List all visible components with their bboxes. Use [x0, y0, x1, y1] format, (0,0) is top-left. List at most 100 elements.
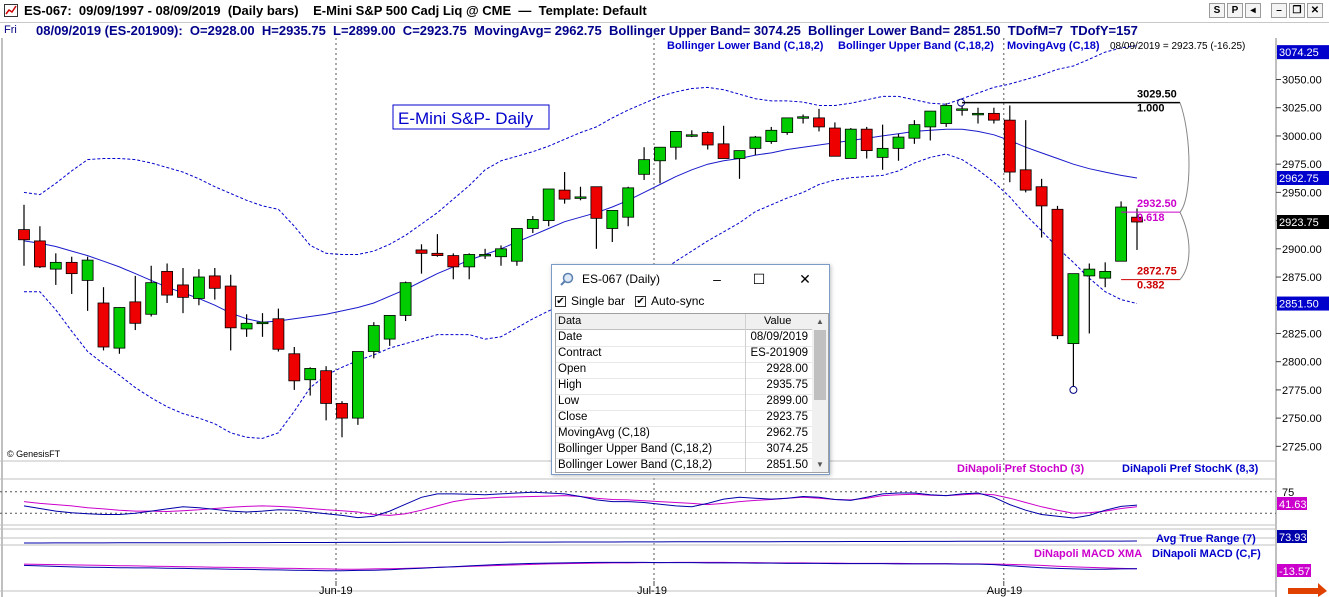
p-button[interactable]: P	[1227, 3, 1243, 18]
candle-body[interactable]	[1003, 119, 1016, 173]
candle-body[interactable]	[1115, 206, 1127, 262]
table-row[interactable]: Bollinger Upper Band (C,18,2) 3074.25	[556, 442, 812, 459]
candle-body[interactable]	[65, 261, 78, 275]
candle-body[interactable]	[765, 129, 778, 142]
candle-body[interactable]	[1019, 169, 1032, 191]
table-scrollbar[interactable]: ▲ ▼	[812, 314, 828, 472]
candle-body[interactable]	[177, 284, 189, 298]
table-row[interactable]: Date 08/09/2019	[556, 330, 812, 347]
candle-body[interactable]	[272, 318, 285, 350]
candle-body[interactable]	[18, 229, 30, 241]
auto-sync-checkbox[interactable]: ✔	[635, 295, 647, 307]
dialog-close-button[interactable]: ✕	[792, 269, 818, 289]
table-row[interactable]: Open 2928.00	[556, 362, 812, 379]
minimize-button[interactable]: –	[1271, 3, 1287, 18]
candle-body[interactable]	[638, 159, 650, 175]
candle-body[interactable]	[972, 112, 984, 116]
candle-body[interactable]	[1099, 270, 1112, 279]
candle-body[interactable]	[129, 301, 142, 324]
table-row[interactable]: Bollinger Lower Band (C,18,2) 2851.50	[556, 458, 812, 472]
candle-body[interactable]	[956, 108, 968, 111]
candle-body[interactable]	[526, 219, 539, 229]
candle-body[interactable]	[192, 276, 205, 299]
data-window-dialog[interactable]: ES-067 (Daily) – ☐ ✕ ✔ Single bar ✔ Auto…	[551, 264, 830, 475]
candle-body[interactable]	[558, 189, 571, 200]
candle-body[interactable]	[1051, 208, 1064, 337]
candle-body[interactable]	[1083, 268, 1096, 277]
candle-body[interactable]	[940, 105, 953, 124]
candle-body[interactable]	[908, 124, 921, 139]
candle-body[interactable]	[733, 150, 746, 159]
dialog-maximize-button[interactable]: ☐	[746, 269, 772, 289]
candle-body[interactable]	[240, 322, 253, 330]
candle-body[interactable]	[256, 321, 269, 325]
candle-body[interactable]	[781, 117, 794, 133]
restore-button[interactable]: ❐	[1289, 3, 1305, 18]
candle-body[interactable]	[1067, 273, 1080, 345]
candle-body[interactable]	[606, 210, 619, 229]
candle-body[interactable]	[161, 270, 174, 296]
table-row[interactable]: Contract ES-201909	[556, 346, 812, 363]
candle-body[interactable]	[574, 196, 587, 199]
candle-body[interactable]	[479, 254, 492, 257]
candle-body[interactable]	[113, 307, 126, 349]
candle-body[interactable]	[415, 249, 428, 254]
candle-body[interactable]	[447, 255, 460, 268]
candle-body[interactable]	[829, 127, 841, 157]
candle-body[interactable]	[320, 370, 333, 404]
candle-body[interactable]	[34, 240, 46, 268]
candle-body[interactable]	[336, 403, 348, 419]
candle-body[interactable]	[510, 228, 523, 262]
candle-body[interactable]	[208, 275, 221, 289]
scroll-thumb[interactable]	[814, 330, 826, 400]
candle-body[interactable]	[797, 116, 809, 119]
candle-body[interactable]	[367, 325, 380, 352]
candle-body[interactable]	[1035, 186, 1048, 207]
candle-body[interactable]	[431, 252, 444, 256]
candle-body[interactable]	[685, 134, 698, 137]
candle-body[interactable]	[622, 187, 635, 218]
candle-body[interactable]	[701, 132, 714, 146]
candle-body[interactable]	[542, 188, 555, 221]
candle-body[interactable]	[892, 136, 905, 149]
candle-body[interactable]	[288, 353, 301, 382]
candle-body[interactable]	[145, 282, 158, 315]
dialog-titlebar[interactable]: ES-067 (Daily) – ☐ ✕	[552, 265, 829, 293]
close-button[interactable]: ✕	[1307, 3, 1323, 18]
scroll-up-icon[interactable]: ▲	[812, 314, 828, 329]
candle-body[interactable]	[495, 248, 507, 258]
candle-body[interactable]	[463, 254, 476, 268]
candle-body[interactable]	[399, 282, 412, 316]
candle-body[interactable]	[670, 131, 682, 148]
candle-body[interactable]	[383, 314, 396, 340]
candle-body[interactable]	[988, 112, 1000, 121]
arrow-button[interactable]: ◂	[1245, 3, 1261, 18]
data-table[interactable]: Data Value Date 08/09/2019 Contract ES-2019…	[555, 313, 829, 473]
candle-body[interactable]	[97, 302, 110, 348]
s-button[interactable]: S	[1209, 3, 1225, 18]
scroll-down-icon[interactable]: ▼	[812, 457, 828, 472]
table-row[interactable]: High 2935.75	[556, 378, 812, 395]
candle-body[interactable]	[924, 110, 937, 128]
candle-body[interactable]	[749, 136, 762, 149]
single-bar-checkbox[interactable]: ✔	[555, 295, 566, 307]
candle-body[interactable]	[590, 186, 603, 219]
candle-body[interactable]	[49, 261, 62, 270]
candle-body[interactable]	[304, 368, 317, 381]
candle-body[interactable]	[654, 146, 666, 162]
candle-body[interactable]	[81, 259, 94, 281]
table-row[interactable]: Low 2899.00	[556, 394, 812, 411]
candle-body[interactable]	[860, 128, 873, 152]
candle-body[interactable]	[224, 285, 237, 329]
table-row[interactable]: Close 2923.75	[556, 410, 812, 427]
candle-body[interactable]	[717, 143, 730, 159]
candle-body[interactable]	[876, 147, 889, 158]
macd-xma-legend: DiNapoli MACD XMA	[1034, 548, 1142, 560]
candle-body[interactable]	[351, 351, 364, 419]
candle-body[interactable]	[813, 117, 825, 128]
table-row[interactable]: MovingAvg (C,18) 2962.75	[556, 426, 812, 443]
candle-body[interactable]	[844, 128, 857, 159]
col-value-header[interactable]: Value	[764, 315, 791, 327]
dialog-minimize-button[interactable]: –	[704, 269, 730, 289]
col-data-header[interactable]: Data	[558, 315, 581, 327]
